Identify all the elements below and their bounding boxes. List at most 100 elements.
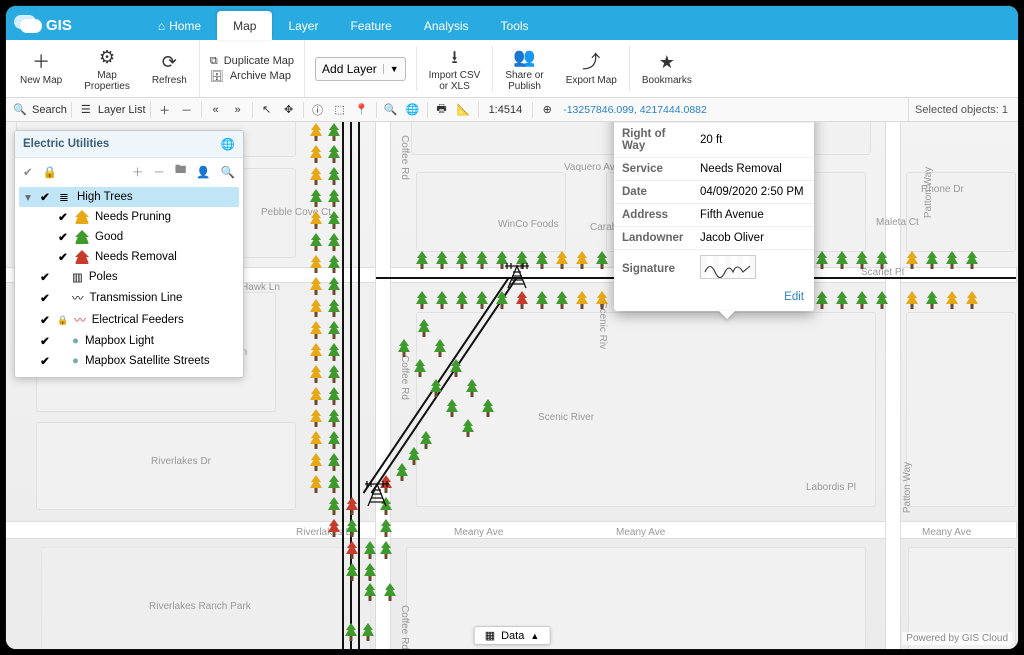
tree-marker[interactable] [308,342,324,362]
tree-marker[interactable] [432,338,448,358]
tree-marker[interactable] [308,408,324,428]
tree-marker[interactable] [326,210,342,230]
tree-marker[interactable] [964,290,980,310]
tree-marker[interactable] [326,232,342,252]
share-button[interactable]: 👥Share orPublish [495,40,553,97]
tree-marker[interactable] [924,290,940,310]
tree-marker[interactable] [308,254,324,274]
tree-marker[interactable] [454,290,470,310]
tree-marker[interactable] [480,398,496,418]
tree-marker[interactable] [534,250,550,270]
tree-marker[interactable] [414,290,430,310]
pole-marker[interactable] [504,260,530,293]
selection-tool[interactable]: ⬚ [330,100,350,120]
tree-marker[interactable] [594,250,610,270]
tree-marker[interactable] [326,408,342,428]
tree-marker[interactable] [434,290,450,310]
tree-marker[interactable] [343,622,359,642]
tree-marker[interactable] [554,290,570,310]
pointer-tool[interactable]: ↖ [257,100,277,120]
folder-icon[interactable]: 🖿 [175,162,187,181]
minus-icon[interactable]: － [153,164,165,180]
info-tool[interactable]: ⓘ [308,100,328,120]
edit-link[interactable]: Edit [614,287,814,311]
tree-marker[interactable] [326,144,342,164]
globe-tool[interactable]: 🌐 [403,100,423,120]
tab-map[interactable]: Map [217,11,272,40]
tree-marker[interactable] [418,430,434,450]
layer-panel[interactable]: Electric Utilities 🌐 ✔ 🔒 ＋ － 🖿 👤 🔍 ▾ ✔ ≣… [14,130,244,378]
tree-marker[interactable] [904,290,920,310]
tree-marker[interactable] [308,364,324,384]
legend-row[interactable]: ✔Good [19,227,239,247]
import-csv-button[interactable]: ⭳Import CSVor XLS [419,40,491,97]
pole-marker[interactable] [364,478,390,511]
tree-marker[interactable] [854,250,870,270]
tree-marker[interactable] [944,250,960,270]
tree-marker[interactable] [594,290,610,310]
tree-marker[interactable] [414,250,430,270]
tree-marker[interactable] [326,518,342,538]
tree-marker[interactable] [326,364,342,384]
layer-item[interactable]: ✔▥Poles [19,267,239,287]
tree-marker[interactable] [362,582,378,602]
check-icon[interactable]: ✔ [39,190,51,204]
tree-marker[interactable] [326,430,342,450]
tree-marker[interactable] [308,122,324,142]
tree-marker[interactable] [444,398,460,418]
tree-marker[interactable] [308,474,324,494]
user-icon[interactable]: 👤 [196,165,210,179]
map-canvas[interactable]: Hawk LnMaple Grove LnRiverlakes DrRiverl… [6,122,1018,649]
tree-marker[interactable] [308,166,324,186]
tree-marker[interactable] [454,250,470,270]
print-tool[interactable]: 🖶 [432,100,452,120]
tree-marker[interactable] [412,358,428,378]
globe-icon[interactable]: 🌐 [221,137,235,151]
tab-tools[interactable]: Tools [485,11,545,40]
layer-list-label[interactable]: Layer List [98,104,146,116]
tree-marker[interactable] [474,290,490,310]
tree-marker[interactable] [326,386,342,406]
tree-marker[interactable] [308,188,324,208]
tree-marker[interactable] [464,378,480,398]
export-button[interactable]: ⤴Export Map [556,40,627,97]
tree-marker[interactable] [326,342,342,362]
tree-marker[interactable] [344,562,360,582]
tab-layer[interactable]: Layer [272,11,334,40]
tree-marker[interactable] [834,290,850,310]
tree-marker[interactable] [308,144,324,164]
layer-root[interactable]: ▾ ✔ ≣ High Trees [19,187,239,207]
tree-marker[interactable] [308,298,324,318]
tree-marker[interactable] [944,290,960,310]
tree-marker[interactable] [344,540,360,560]
tree-marker[interactable] [308,276,324,296]
new-map-button[interactable]: ＋New Map [10,40,72,97]
layer-item[interactable]: ✔〰Transmission Line [19,287,239,309]
tree-marker[interactable] [428,378,444,398]
tree-marker[interactable] [964,250,980,270]
tree-marker[interactable] [554,250,570,270]
tree-marker[interactable] [326,496,342,516]
tree-marker[interactable] [460,418,476,438]
layer-item[interactable]: ✔●Mapbox Satellite Streets [19,351,239,371]
caret-down-icon[interactable]: ▾ [23,190,33,204]
tree-marker[interactable] [362,562,378,582]
tree-marker[interactable] [326,188,342,208]
tree-marker[interactable] [326,320,342,340]
legend-row[interactable]: ✔Needs Removal [19,247,239,267]
tree-marker[interactable] [382,582,398,602]
tree-marker[interactable] [904,250,920,270]
check-icon[interactable]: ✔ [23,165,33,179]
tree-marker[interactable] [874,250,890,270]
search-label[interactable]: Search [32,104,67,116]
selected-objects[interactable]: Selected objects: 1 [908,98,1014,121]
legend-row[interactable]: ✔Needs Pruning [19,207,239,227]
tree-marker[interactable] [814,250,830,270]
tab-feature[interactable]: Feature [334,11,407,40]
tree-marker[interactable] [308,386,324,406]
plus-icon[interactable]: ＋ [132,164,144,180]
search-icon[interactable]: 🔍 [10,100,30,120]
tree-marker[interactable] [474,250,490,270]
tree-marker[interactable] [396,338,412,358]
measure-tool[interactable]: 📐 [454,100,474,120]
